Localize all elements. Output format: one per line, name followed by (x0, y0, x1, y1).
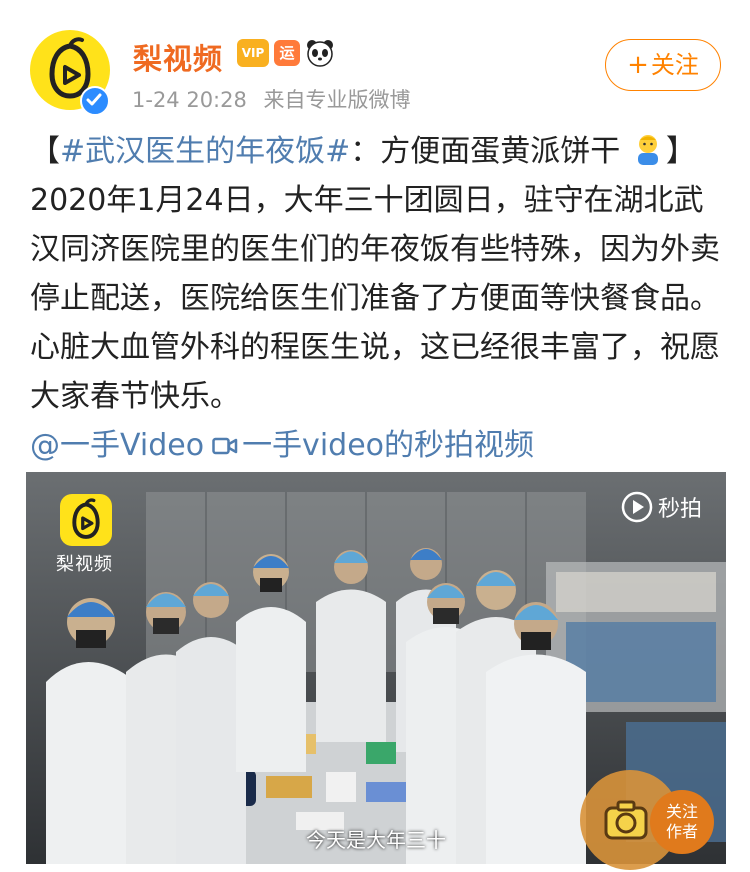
follow-button[interactable]: +关注 (605, 39, 721, 91)
bracket-open: 【 (30, 134, 60, 169)
video-link-icon (212, 437, 238, 455)
timestamp: 1-24 20:28 (132, 88, 247, 112)
video-link[interactable]: 一手video的秒拍视频 (242, 428, 534, 463)
hashtag-link[interactable]: #武汉医生的年夜饭# (60, 134, 350, 169)
follow-label: 关注 (650, 51, 699, 79)
headline-text: ：方便面蛋黄派饼干 (350, 134, 621, 169)
follow-author-line2: 作者 (665, 822, 698, 841)
follow-author-button[interactable]: 关注 作者 (650, 790, 714, 854)
post-source[interactable]: 来自专业版微博 (264, 88, 411, 112)
child-emoji-icon (637, 135, 658, 165)
account-name[interactable]: 梨视频 (133, 36, 223, 78)
miaopai-label: 秒拍 (657, 497, 702, 522)
vip-crown-icon[interactable]: VIP (237, 39, 269, 67)
post-meta: 1-24 20:28 来自专业版微博 (132, 84, 411, 114)
bracket-close: 】 (665, 134, 696, 169)
camera-icon (604, 800, 648, 840)
pear-watermark-icon (60, 494, 112, 546)
miaopai-play-icon (621, 491, 653, 523)
panda-icon[interactable] (305, 38, 335, 68)
post-body: 【#武汉医生的年夜饭#：方便面蛋黄派饼干 】 2020年1月24日，大年三十团圆日… (30, 127, 730, 470)
follow-author-widget[interactable]: 关注 作者 (580, 770, 730, 870)
yun-badge-icon[interactable]: 运 (274, 40, 300, 66)
mention-link[interactable]: @一手Video (30, 428, 204, 463)
verified-badge-icon (80, 86, 110, 116)
follow-author-line1: 关注 (665, 802, 698, 821)
post-body-text: 2020年1月24日，大年三十团圆日，驻守在湖北武汉同济医院里的医生们的年夜饭有… (30, 183, 720, 414)
miaopai-watermark: 秒拍 (620, 490, 702, 524)
plus-icon: + (627, 50, 649, 80)
badge-group: VIP 运 (237, 38, 335, 68)
pear-watermark-label: 梨视频 (56, 554, 113, 575)
